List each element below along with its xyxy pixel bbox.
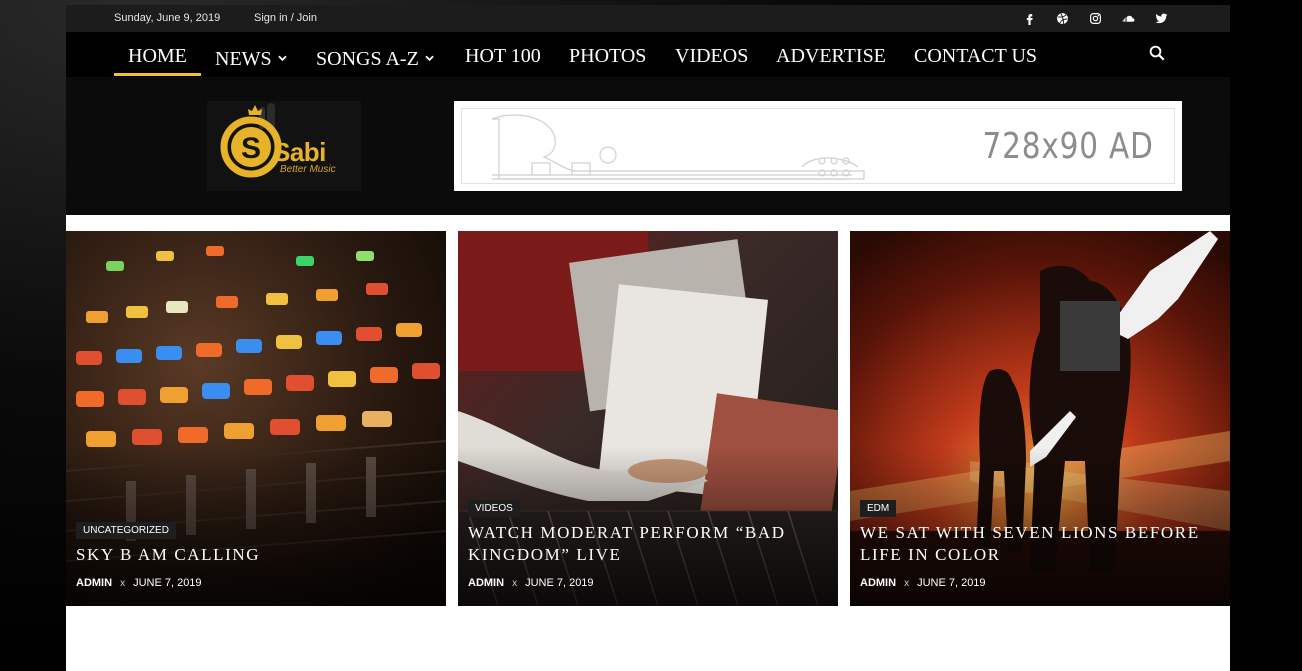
soundcloud-icon[interactable] xyxy=(1112,9,1145,28)
top-bar: Sunday, June 9, 2019 Sign in / Join xyxy=(66,5,1230,32)
facebook-icon[interactable] xyxy=(1013,9,1046,28)
ad-frame: 728x90 AD xyxy=(461,108,1175,184)
category-badge[interactable]: VIDEOS xyxy=(468,500,520,517)
nav-label: ADVERTISE xyxy=(776,45,886,67)
post-title[interactable]: SKY B AM CALLING xyxy=(76,544,436,566)
meta-separator: x xyxy=(120,578,126,589)
nav-label: VIDEOS xyxy=(675,45,749,67)
nav-item-videos[interactable]: VIDEOS xyxy=(675,45,748,68)
logo-tagline: Better Music xyxy=(280,164,336,175)
active-nav-indicator xyxy=(114,73,201,76)
svg-text:S: S xyxy=(241,132,261,165)
post-title[interactable]: WATCH MODERAT PERFORM “BAD KINGDOM” LIVE xyxy=(468,522,828,566)
chevron-down-icon xyxy=(277,45,287,68)
social-links xyxy=(1013,9,1178,28)
main-nav: HOME NEWS SONGS A-Z HOT 100 PHOTOS VIDEO… xyxy=(66,32,1230,77)
post-author[interactable]: ADMIN xyxy=(860,577,896,589)
post-meta: ADMIN x JUNE 7, 2019 xyxy=(468,577,594,589)
nav-label: PHOTOS xyxy=(569,45,647,67)
nav-item-news[interactable]: NEWS xyxy=(215,45,287,71)
post-date: JUNE 7, 2019 xyxy=(917,577,986,589)
post-author[interactable]: ADMIN xyxy=(76,577,112,589)
ad-label: 728x90 AD xyxy=(982,126,1154,167)
nav-item-songs-a-z[interactable]: SONGS A-Z xyxy=(316,45,434,71)
nav-item-hot-100[interactable]: HOT 100 xyxy=(465,45,541,68)
nav-label: CONTACT US xyxy=(914,45,1038,67)
guitar-illustration-icon xyxy=(491,114,865,180)
dribbble-icon[interactable] xyxy=(1046,9,1079,28)
site-header: S Sabi Better Music 728x90 AD xyxy=(66,77,1230,215)
site-logo[interactable]: S Sabi Better Music xyxy=(207,101,361,191)
instagram-icon[interactable] xyxy=(1079,9,1112,28)
featured-post-card[interactable]: UNCATEGORIZED SKY B AM CALLING ADMIN x JUN… xyxy=(66,231,446,606)
site-wrapper: Sunday, June 9, 2019 Sign in / Join HOME xyxy=(66,0,1230,671)
post-date: JUNE 7, 2019 xyxy=(525,577,594,589)
nav-item-advertise[interactable]: ADVERTISE xyxy=(776,45,886,68)
nav-label: HOME xyxy=(128,45,187,67)
featured-post-card[interactable]: EDM WE SAT WITH SEVEN LIONS BEFORE LIFE … xyxy=(850,231,1230,606)
meta-separator: x xyxy=(904,578,910,589)
category-badge[interactable]: UNCATEGORIZED xyxy=(76,522,176,539)
nav-item-photos[interactable]: PHOTOS xyxy=(569,45,646,68)
ad-banner[interactable]: 728x90 AD xyxy=(454,101,1182,191)
chevron-down-icon xyxy=(425,45,434,68)
nav-label: NEWS xyxy=(215,48,272,70)
post-meta: ADMIN x JUNE 7, 2019 xyxy=(76,577,202,589)
post-author[interactable]: ADMIN xyxy=(468,577,504,589)
nav-item-contact-us[interactable]: CONTACT US xyxy=(914,45,1037,68)
signin-link[interactable]: Sign in / Join xyxy=(254,12,317,24)
twitter-icon[interactable] xyxy=(1145,9,1178,28)
category-badge[interactable]: EDM xyxy=(860,500,897,517)
meta-separator: x xyxy=(512,578,518,589)
search-icon[interactable] xyxy=(1148,44,1166,67)
main-content: UNCATEGORIZED SKY B AM CALLING ADMIN x JUN… xyxy=(66,215,1230,671)
nav-label: HOT 100 xyxy=(465,45,541,67)
post-date: JUNE 7, 2019 xyxy=(133,577,202,589)
featured-post-card[interactable]: VIDEOS WATCH MODERAT PERFORM “BAD KINGDO… xyxy=(458,231,838,606)
post-title[interactable]: WE SAT WITH SEVEN LIONS BEFORE LIFE IN C… xyxy=(860,522,1220,566)
post-meta: ADMIN x JUNE 7, 2019 xyxy=(860,577,986,589)
nav-item-home[interactable]: HOME xyxy=(128,45,187,68)
current-date: Sunday, June 9, 2019 xyxy=(114,12,221,24)
nav-label: SONGS A-Z xyxy=(316,48,419,70)
